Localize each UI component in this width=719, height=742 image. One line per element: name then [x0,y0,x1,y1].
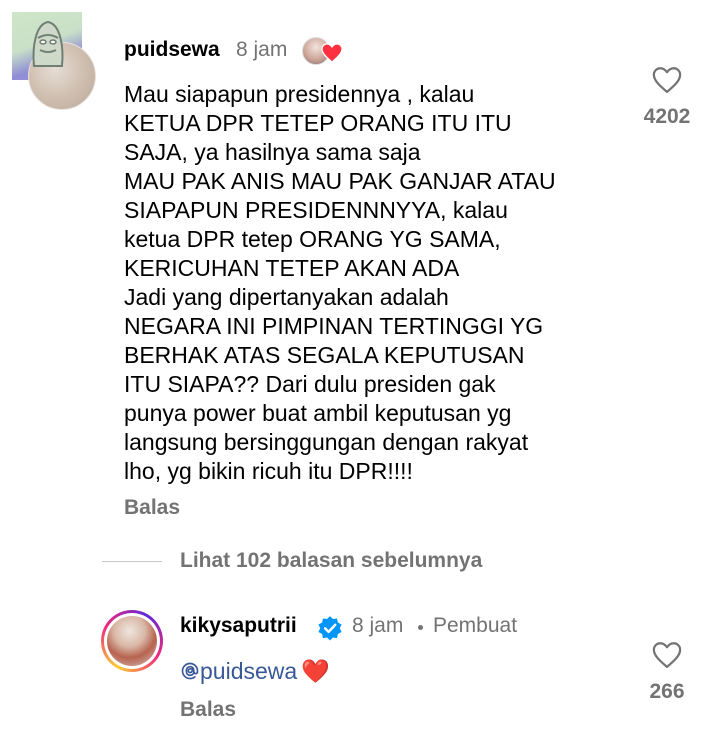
comment-line: lho, yg bikin ricuh itu DPR!!!! [124,458,413,484]
creator-liked-heart-icon [321,43,343,63]
comment-line: KERICUHAN TETEP AKAN ADA [124,255,460,281]
heart-outline-icon[interactable] [652,66,682,94]
comment-line: ITU SIAPA?? Dari dulu presiden gak [124,371,496,397]
reply-button[interactable]: Balas [124,496,180,520]
reply-avatar[interactable] [107,616,157,666]
comment-line: Jadi yang dipertanyakan adalah [124,284,449,310]
commenter-avatar[interactable] [12,12,96,110]
comment-line: ketua DPR tetep ORANG YG SAMA, [124,226,501,252]
creator-badge: Pembuat [433,614,518,637]
reply-timestamp: 8 jam [352,614,404,637]
reply-button[interactable]: Balas [180,698,236,722]
comment-line: Mau siapapun presidennya , kalau [124,81,475,107]
mention-link[interactable]: puidsewa [180,658,297,684]
mention-username[interactable]: puidsewa [200,658,297,684]
comment-timestamp: 8 jam [236,38,288,61]
comment-line: langsung bersinggungan dengan rakyat [124,429,529,455]
comment-line: KETUA DPR TETEP ORANG ITU ITU [124,110,512,136]
verified-badge-icon [318,616,342,641]
view-previous-replies-button[interactable]: Lihat 102 balasan sebelumnya [180,549,482,573]
threads-at-icon [181,662,199,680]
comment-text: Mau siapapun presidennya , kalau KETUA D… [124,80,644,486]
comment-line: SIAPAPUN PRESIDENNNYYA, kalau [124,197,508,223]
reply-username[interactable]: kikysaputrii [180,614,297,638]
like-count: 266 [649,680,685,703]
comment-line: BERHAK ATAS SEGALA KEPUTUSAN [124,342,525,368]
comment-line: SAJA, ya hasilnya sama saja [124,139,421,165]
like-count: 4202 [643,105,691,128]
separator-dot [418,625,423,630]
heart-outline-icon[interactable] [652,641,682,669]
comment-line: NEGARA INI PIMPINAN TERTINGGI YG [124,313,544,339]
comment-username[interactable]: puidsewa [124,38,220,62]
comment-line: punya power buat ambil keputusan yg [124,400,512,426]
comment-line: MAU PAK ANIS MAU PAK GANJAR ATAU [124,168,556,194]
replies-divider [102,561,162,562]
heart-emoji: ❤️ [301,658,330,684]
reply-text: puidsewa ❤️ [180,657,330,686]
avatar-character-icon [32,20,64,67]
